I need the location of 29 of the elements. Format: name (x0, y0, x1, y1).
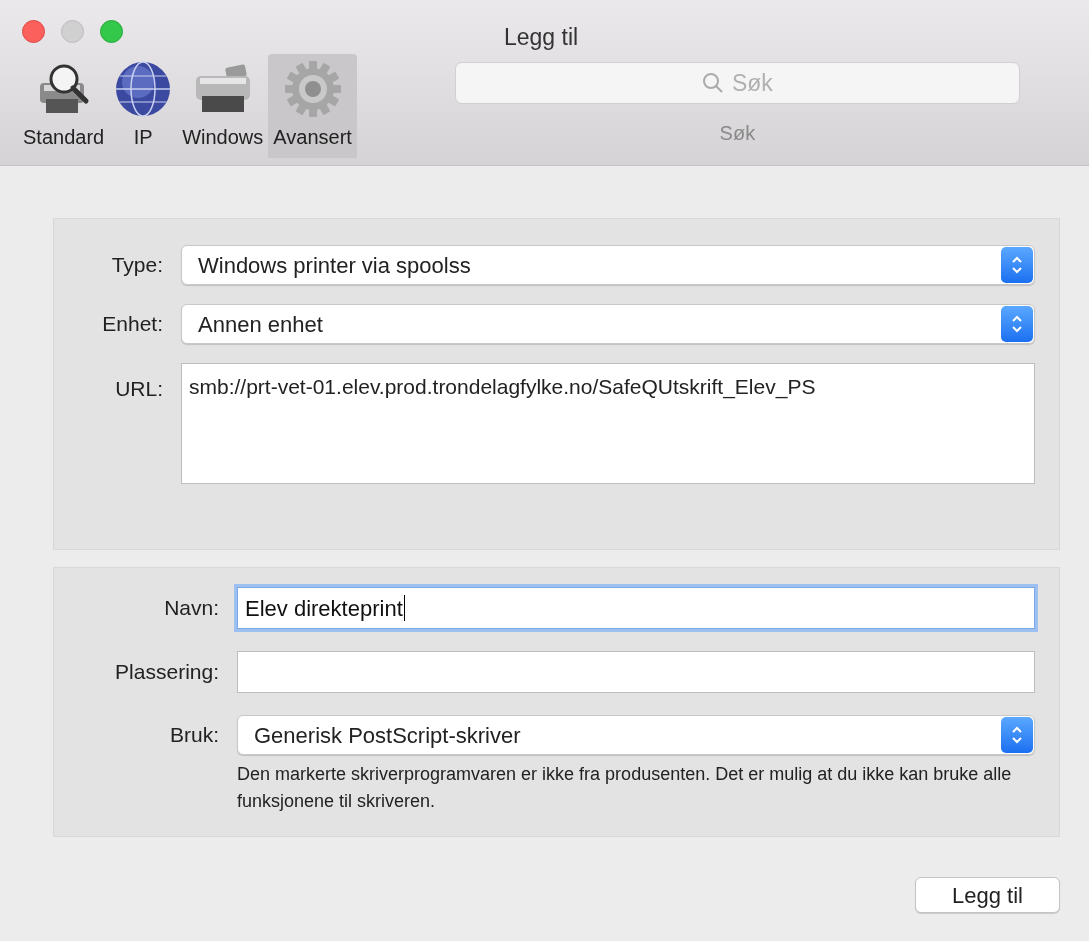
toolbar-tab[interactable]: Avansert (268, 54, 357, 158)
toolbar-tab[interactable]: Standard (18, 54, 110, 158)
globe-icon (114, 60, 173, 118)
stepper-icon (1001, 306, 1033, 342)
window-title: Legg til (504, 23, 579, 52)
close-button[interactable] (22, 19, 45, 43)
add-button[interactable]: Legg til (915, 877, 1060, 913)
stepper-icon (1001, 247, 1033, 283)
zoom-button[interactable] (100, 19, 123, 43)
minimize-button[interactable] (61, 19, 84, 43)
field-label: Navn: (164, 595, 219, 622)
toolbar-tab[interactable]: IP (109, 54, 178, 158)
dropdown[interactable]: Windows printer via spoolss (181, 245, 1035, 285)
text-field[interactable]: Elev direkteprint (237, 587, 1035, 629)
field-label: Bruk: (170, 722, 219, 749)
toolbar-tab[interactable]: Windows (177, 54, 269, 158)
text-field[interactable] (237, 651, 1035, 693)
dropdown[interactable]: Annen enhet (181, 304, 1035, 344)
field-label: Plassering: (115, 659, 219, 686)
url-field[interactable]: smb://prt-vet-01.elev.prod.trondelagfylke.no/SafeQUtskrift_Elev_PS (181, 363, 1035, 484)
field-label: Enhet: (102, 311, 163, 338)
stepper-icon (1001, 717, 1033, 753)
driver-warning: Den markerte skriverprogramvaren er ikke fra produsenten. Det er mulig at du ikke kan bruke alle funksjonene til skriveren. (237, 763, 1013, 813)
dropdown[interactable]: Generisk PostScript-skriver (237, 715, 1035, 755)
search-icon (701, 72, 724, 94)
search-label: Søk (719, 121, 756, 146)
field-label: Type: (111, 252, 163, 279)
gear-icon (282, 59, 343, 119)
field-label: URL: (115, 376, 163, 402)
